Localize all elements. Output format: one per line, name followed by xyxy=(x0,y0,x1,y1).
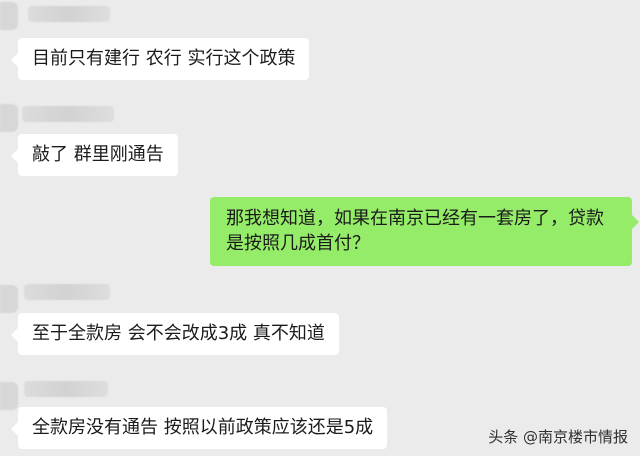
message-bubble-incoming: 敲了 群里刚通告 xyxy=(11,134,178,176)
sender-name-blurred xyxy=(24,381,108,397)
sender-name-blurred xyxy=(28,6,110,22)
watermark-text: 头条 @南京楼市情报 xyxy=(488,428,628,446)
sender-avatar-blurred xyxy=(0,104,18,132)
sender-avatar-blurred xyxy=(0,382,18,410)
sender-avatar-blurred xyxy=(0,2,18,30)
sender-avatar-blurred xyxy=(0,285,18,313)
sender-name-blurred xyxy=(22,106,114,122)
sender-name-blurred xyxy=(24,284,110,300)
message-bubble-incoming: 全款房没有通告 按照以前政策应该还是5成 xyxy=(10,407,388,449)
chat-screenshot: 目前只有建行 农行 实行这个政策 敲了 群里刚通告 那我想知道，如果在南京已经有… xyxy=(0,0,640,456)
message-bubble-outgoing: 那我想知道，如果在南京已经有一套房了，贷款是按照几成首付？ xyxy=(210,197,639,266)
message-bubble-incoming: 至于全款房 会不会改成3成 真不知道 xyxy=(11,313,339,355)
message-bubble-incoming: 目前只有建行 农行 实行这个政策 xyxy=(10,38,310,80)
